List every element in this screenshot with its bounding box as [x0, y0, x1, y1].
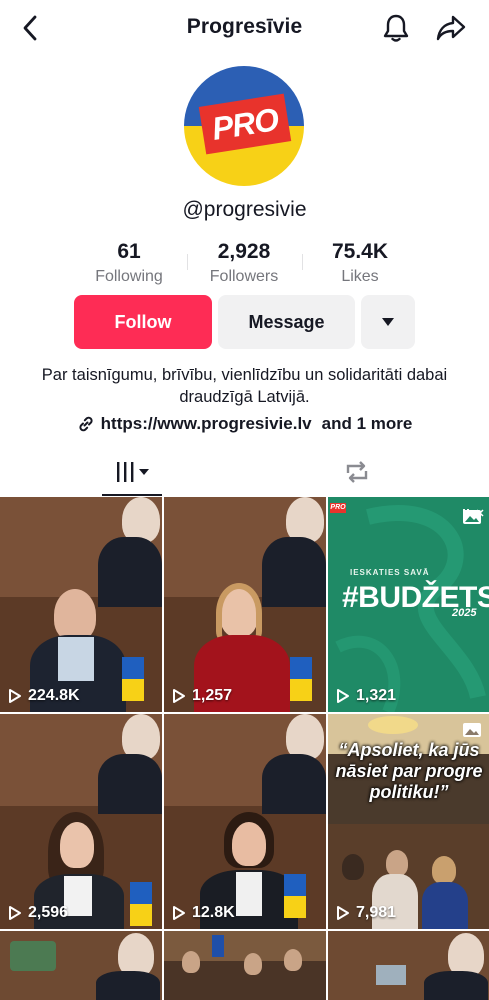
more-options-button[interactable] — [361, 295, 415, 349]
photo-icon — [463, 723, 481, 737]
video-tile[interactable] — [164, 931, 326, 1000]
header: Progresīvie — [0, 0, 489, 56]
following-stat[interactable]: 61 Following — [74, 240, 184, 286]
person — [60, 822, 94, 868]
repost-icon — [346, 461, 368, 483]
shirt — [58, 637, 94, 681]
video-tile[interactable] — [0, 931, 162, 1000]
ukraine-flag — [290, 657, 312, 701]
video-tile[interactable]: “Apsoliet, ka jūs nāsiet par progre poli… — [328, 714, 489, 929]
followers-count: 2,928 — [217, 240, 271, 263]
person — [386, 850, 408, 876]
person — [98, 537, 162, 607]
pro-badge: PRO — [330, 503, 346, 513]
ukraine-flag — [122, 657, 144, 701]
shirt — [236, 872, 262, 916]
view-count: 2,596 — [8, 904, 68, 922]
person — [232, 822, 266, 866]
video-kicker: IESKATIES SAVĀ — [350, 568, 430, 577]
stat-divider — [187, 254, 188, 270]
tab-videos[interactable] — [82, 450, 182, 494]
message-button[interactable]: Message — [218, 295, 355, 349]
quote-line: nāsiet par progre — [335, 761, 483, 781]
water-bottles — [376, 965, 406, 985]
video-tile[interactable] — [328, 931, 489, 1000]
followers-label: Followers — [209, 268, 279, 285]
bell-icon — [383, 14, 409, 42]
play-icon — [337, 906, 349, 920]
likes-count: 75.4K — [331, 240, 389, 263]
link-icon — [79, 416, 93, 432]
tab-reposts[interactable] — [307, 450, 407, 494]
more-links[interactable]: and 1 more — [322, 414, 413, 434]
likes-label: Likes — [341, 268, 379, 285]
play-icon — [9, 906, 21, 920]
video-quote: “Apsoliet, ka jūs nāsiet par progre poli… — [330, 740, 488, 803]
likes-stat[interactable]: 75.4K Likes — [305, 240, 415, 286]
person — [262, 754, 326, 814]
view-count: 7,981 — [336, 904, 396, 922]
following-count: 61 — [117, 240, 141, 263]
view-count: 1,321 — [336, 687, 396, 705]
quote-line: politiku!” — [369, 782, 449, 802]
ukraine-flag — [130, 882, 152, 926]
photo-icon — [463, 510, 481, 524]
grid-icon — [117, 462, 149, 482]
avatar-logo-text: PRO — [209, 100, 281, 147]
person — [432, 856, 456, 884]
person — [284, 949, 302, 971]
hair — [216, 583, 262, 643]
chair — [10, 941, 56, 971]
following-label: Following — [95, 268, 163, 285]
active-tab-indicator — [102, 494, 162, 496]
person — [424, 971, 488, 1000]
person — [262, 537, 326, 607]
person — [54, 589, 96, 641]
followers-stat[interactable]: 2,928 Followers — [189, 240, 299, 286]
share-button[interactable] — [434, 12, 468, 44]
play-icon — [173, 689, 185, 703]
play-icon — [9, 689, 21, 703]
profile-handle: @progresivie — [182, 198, 307, 221]
view-count-text: 12.8K — [192, 904, 235, 921]
view-count-text: 2,596 — [28, 904, 69, 921]
person — [244, 953, 262, 975]
profile-links[interactable]: https://www.progresivie.lv and 1 more — [0, 414, 489, 434]
content-tabs — [0, 450, 489, 496]
video-year: 2025 — [452, 607, 477, 619]
quote-line: “Apsoliet, ka jūs — [338, 740, 480, 760]
video-tile[interactable]: 1,257 — [164, 497, 326, 712]
play-icon — [337, 689, 349, 703]
view-count: 224.8K — [8, 687, 80, 705]
stat-divider — [302, 254, 303, 270]
view-count: 1,257 — [172, 687, 232, 705]
view-count-text: 224.8K — [28, 687, 80, 704]
view-count-text: 1,257 — [192, 687, 233, 704]
person — [182, 951, 200, 973]
eu-flag — [212, 935, 224, 957]
person — [422, 882, 468, 929]
follow-button[interactable]: Follow — [74, 295, 212, 349]
caret-down-icon — [382, 318, 394, 326]
view-count: 12.8K — [172, 904, 235, 922]
video-tile[interactable]: PRO IESKATIES SAVĀ #BUDŽETS 2025 1,321 — [328, 497, 489, 712]
avatar[interactable]: PRO — [184, 66, 304, 186]
ukraine-flag — [284, 874, 306, 918]
share-arrow-icon — [436, 15, 466, 41]
view-count-text: 7,981 — [356, 904, 397, 921]
notifications-button[interactable] — [380, 12, 412, 44]
chandelier — [368, 716, 418, 734]
shirt — [64, 876, 92, 916]
view-count-text: 1,321 — [356, 687, 397, 704]
person — [98, 754, 162, 814]
play-icon — [173, 906, 185, 920]
profile-link[interactable]: https://www.progresivie.lv — [101, 414, 312, 434]
person — [96, 971, 160, 1000]
video-tile[interactable]: 12.8K — [164, 714, 326, 929]
page-title: Progresīvie — [186, 15, 303, 38]
profile-bio: Par taisnīgumu, brīvību, vienlīdzību un … — [41, 366, 448, 406]
person — [342, 854, 364, 880]
video-tile[interactable]: 2,596 — [0, 714, 162, 929]
video-tile[interactable]: 224.8K — [0, 497, 162, 712]
